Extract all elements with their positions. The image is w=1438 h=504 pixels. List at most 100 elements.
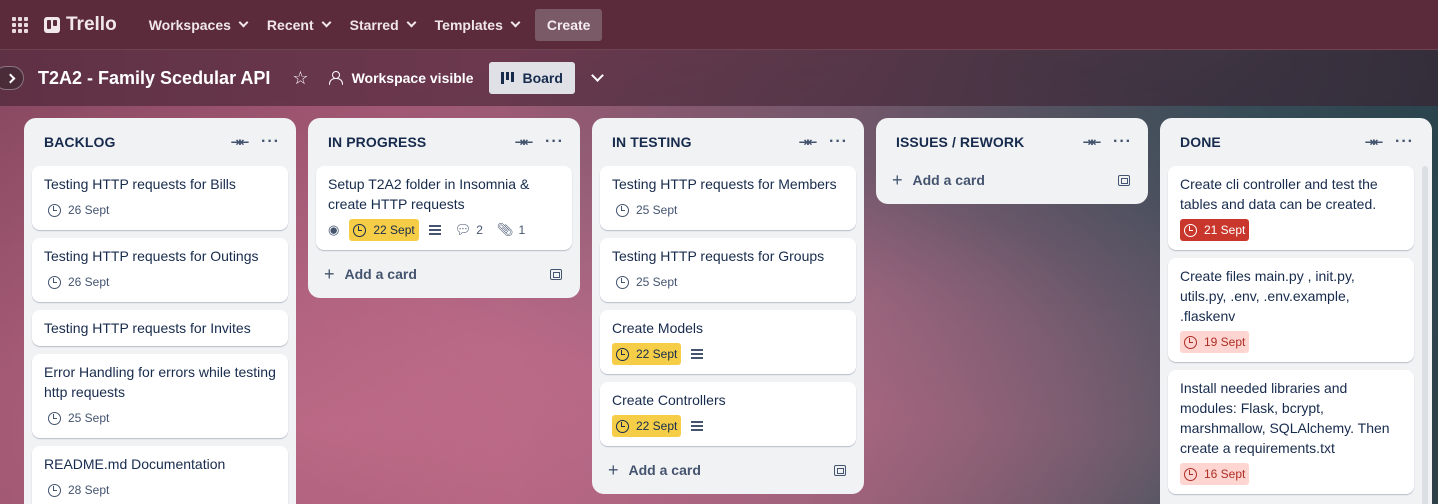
chevron-down-icon (238, 17, 249, 28)
due-date-badge[interactable]: 28 Sept (44, 479, 113, 501)
more-icon[interactable]: ··· (1113, 133, 1132, 151)
due-date-text: 21 Sept (1204, 223, 1246, 237)
list-backlog: BACKLOG ⇥⇤ ··· Testing HTTP requests for… (24, 118, 296, 504)
collapse-list-icon[interactable]: ⇥⇤ (1365, 135, 1383, 149)
list-title[interactable]: IN PROGRESS (328, 134, 515, 150)
card[interactable]: Testing HTTP requests for Bills 26 Sept (32, 166, 288, 230)
due-date-text: 22 Sept (636, 419, 678, 433)
visibility-label: Workspace visible (351, 70, 474, 86)
expand-sidebar-button[interactable] (0, 66, 24, 90)
people-icon (328, 71, 343, 85)
due-date-badge[interactable]: 25 Sept (44, 407, 113, 429)
due-date-badge[interactable]: 22 Sept (349, 219, 419, 241)
star-icon[interactable]: ☆ (292, 68, 308, 89)
add-card-label: Add a card (912, 172, 985, 188)
collapse-list-icon[interactable]: ⇥⇤ (799, 135, 817, 149)
clock-icon (616, 203, 629, 217)
due-date-badge[interactable]: 25 Sept (612, 199, 681, 221)
add-card-label: Add a card (628, 462, 701, 478)
card[interactable]: Install needed libraries and modules: Fl… (1168, 370, 1414, 494)
list-title[interactable]: ISSUES / REWORK (896, 134, 1083, 150)
paperclip-icon: 📎︎ (496, 222, 514, 237)
due-date-badge[interactable]: 25 Sept (612, 271, 681, 293)
plus-icon: + (608, 459, 619, 480)
list-title[interactable]: IN TESTING (612, 134, 799, 150)
nav-templates[interactable]: Templates (425, 9, 529, 41)
card[interactable]: Create cli controller and test the table… (1168, 166, 1414, 250)
more-icon[interactable]: ··· (545, 133, 564, 151)
chevron-down-icon[interactable] (591, 69, 604, 82)
card[interactable]: Testing HTTP requests for Members 25 Sep… (600, 166, 856, 230)
card[interactable]: README.md Documentation 28 Sept (32, 446, 288, 504)
app-switcher-icon[interactable] (12, 16, 28, 33)
more-icon[interactable]: ··· (829, 133, 848, 151)
collapse-list-icon[interactable]: ⇥⇤ (515, 135, 533, 149)
due-date-text: 19 Sept (1204, 335, 1246, 349)
list-title[interactable]: BACKLOG (44, 134, 231, 150)
clock-icon (616, 419, 629, 433)
card-title: Testing HTTP requests for Bills (44, 176, 236, 192)
card-template-icon[interactable] (1118, 174, 1130, 186)
card[interactable]: Error Handling for errors while testing … (32, 354, 288, 438)
trello-logo[interactable]: Trello (44, 14, 117, 36)
add-card-button[interactable]: + Add a card (884, 164, 1140, 196)
due-date-text: 22 Sept (373, 223, 415, 237)
clock-icon (48, 203, 61, 217)
due-date-badge[interactable]: 19 Sept (1180, 331, 1250, 353)
card-template-icon[interactable] (550, 268, 562, 280)
due-date-text: 22 Sept (636, 347, 678, 361)
due-date-badge[interactable]: 16 Sept (1180, 463, 1250, 485)
due-date-badge[interactable]: 22 Sept (612, 415, 682, 437)
clock-icon (48, 275, 61, 289)
due-date-badge[interactable]: 21 Sept (1180, 219, 1250, 241)
collapse-list-icon[interactable]: ⇥⇤ (1083, 135, 1101, 149)
list-scrollbar[interactable] (1422, 166, 1428, 504)
card-title: Testing HTTP requests for Outings (44, 248, 259, 264)
due-date-text: 16 Sept (1204, 467, 1246, 481)
board-title[interactable]: T2A2 - Family Scedular API (38, 68, 270, 89)
nav-recent-label: Recent (266, 16, 314, 33)
card-title: Error Handling for errors while testing … (44, 364, 276, 400)
due-date-badge[interactable]: 26 Sept (44, 199, 113, 221)
card-title: Create files main.py , init.py, utils.py… (1180, 268, 1355, 324)
collapse-list-icon[interactable]: ⇥⇤ (231, 135, 249, 149)
add-card-label: Add a card (344, 266, 417, 282)
add-card-button[interactable]: + Add a card (316, 258, 572, 290)
add-card-button[interactable]: + Add a card (600, 454, 856, 486)
list-title[interactable]: DONE (1180, 134, 1365, 150)
card[interactable]: Create Controllers 22 Sept (600, 382, 856, 446)
card-title: Testing HTTP requests for Invites (44, 320, 251, 336)
board-view-button[interactable]: Board (489, 62, 575, 94)
card-template-icon[interactable] (834, 464, 846, 476)
card[interactable]: Create Models 22 Sept (600, 310, 856, 374)
card[interactable]: Testing HTTP requests for Groups 25 Sept (600, 238, 856, 302)
due-date-text: 25 Sept (636, 203, 678, 217)
eye-icon: ◉ (328, 222, 340, 237)
trello-logo-icon (44, 16, 60, 33)
clock-icon (1184, 467, 1197, 481)
nav-recent[interactable]: Recent (257, 9, 340, 41)
description-icon (691, 349, 704, 359)
more-icon[interactable]: ··· (1395, 133, 1414, 151)
clock-icon (1184, 223, 1197, 237)
nav-templates-label: Templates (434, 16, 503, 33)
card[interactable]: Testing HTTP requests for Invites (32, 310, 288, 346)
visibility-button[interactable]: Workspace visible (328, 70, 474, 86)
attachment-count: 1 (518, 223, 526, 237)
nav-starred-label: Starred (349, 16, 399, 33)
list-in-testing: IN TESTING ⇥⇤ ··· Testing HTTP requests … (592, 118, 864, 494)
due-date-badge[interactable]: 26 Sept (44, 271, 113, 293)
top-nav: Trello Workspaces Recent Starred Templat… (0, 0, 1438, 50)
card[interactable]: Setup T2A2 folder in Insomnia & create H… (316, 166, 572, 250)
card[interactable]: Create files main.py , init.py, utils.py… (1168, 258, 1414, 362)
chevron-down-icon (321, 17, 332, 28)
clock-icon (616, 347, 629, 361)
due-date-badge[interactable]: 22 Sept (612, 343, 682, 365)
create-button[interactable]: Create (534, 8, 603, 41)
card[interactable]: Testing HTTP requests for Outings 26 Sep… (32, 238, 288, 302)
card-title: Install needed libraries and modules: Fl… (1180, 380, 1390, 456)
nav-starred[interactable]: Starred (340, 9, 425, 41)
nav-workspaces[interactable]: Workspaces (139, 9, 257, 41)
more-icon[interactable]: ··· (261, 133, 280, 151)
nav-workspaces-label: Workspaces (148, 16, 231, 33)
